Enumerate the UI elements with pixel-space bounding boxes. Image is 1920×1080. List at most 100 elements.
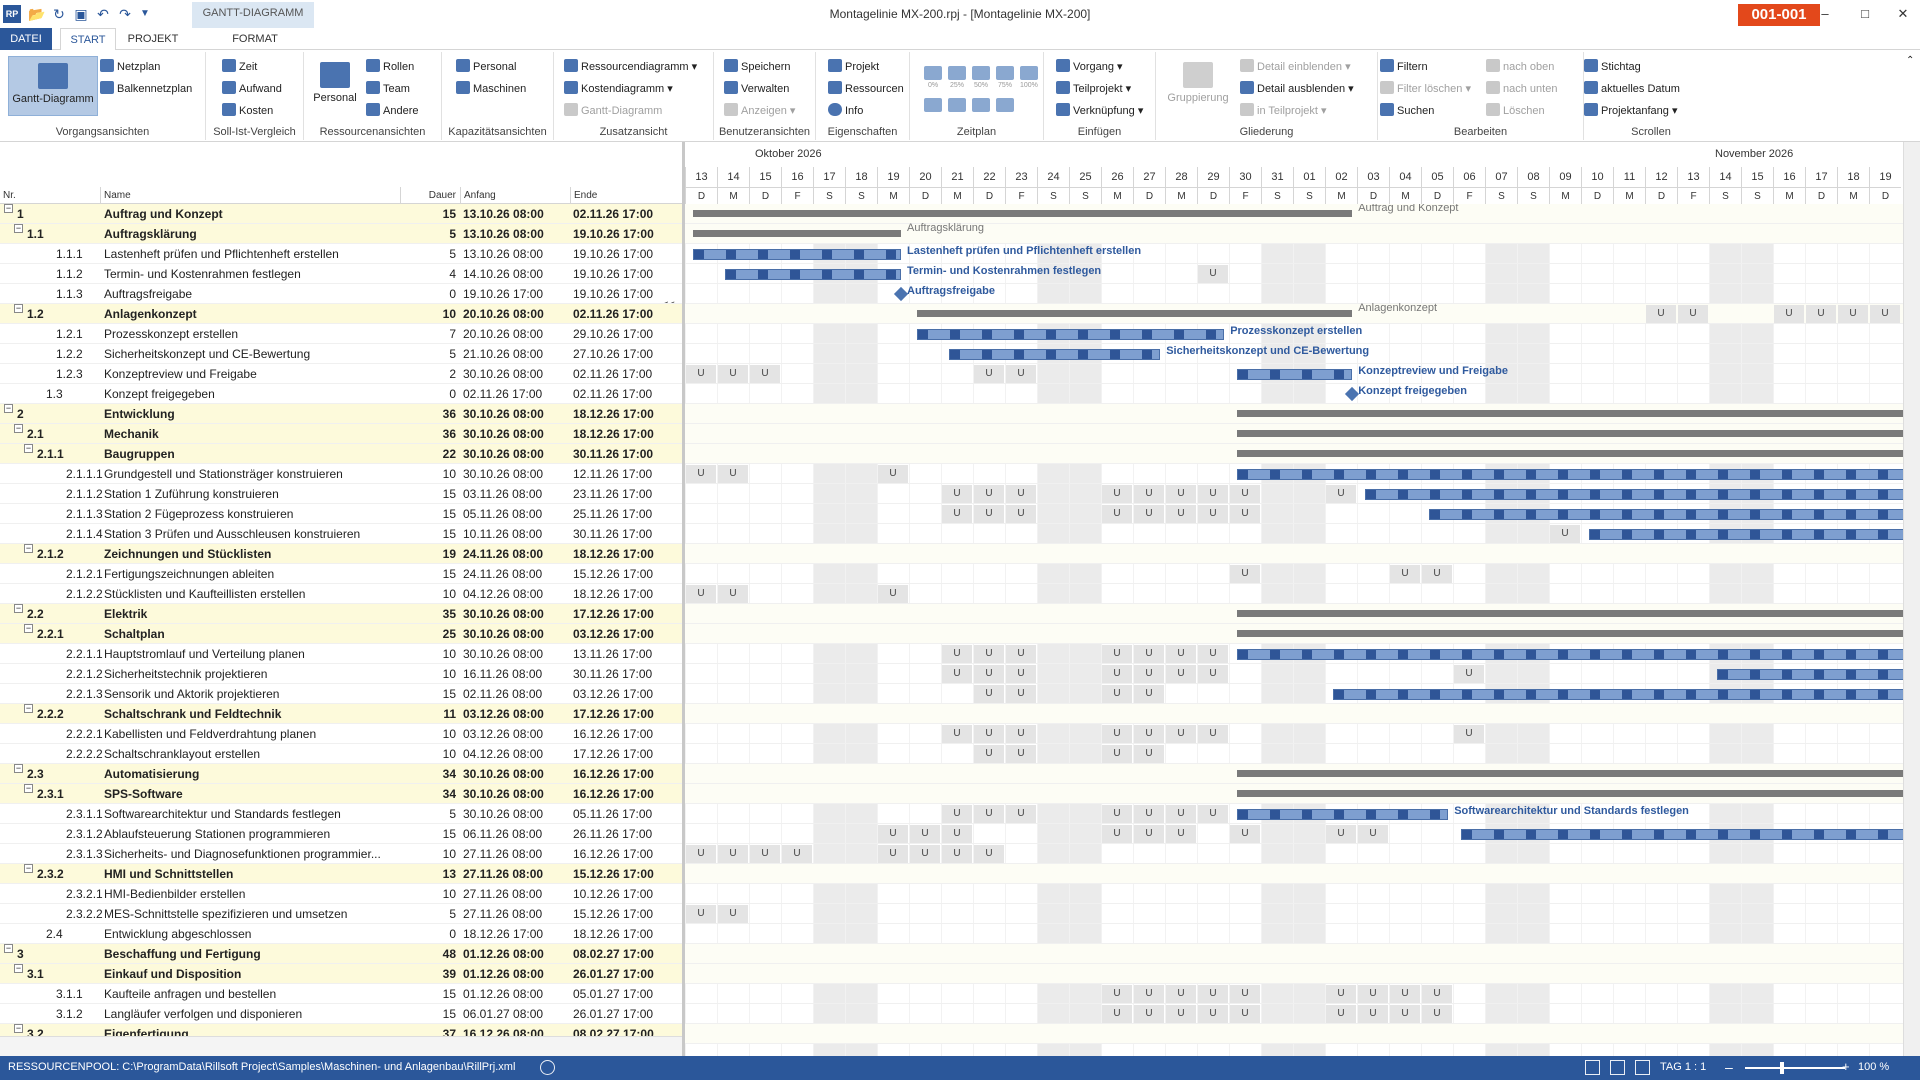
personal-button[interactable]: Personal — [310, 56, 360, 116]
tab-start[interactable]: START — [60, 28, 116, 51]
table-row[interactable]: 2.1.1.1 Grundgestell und Stationsträger k… — [0, 464, 682, 484]
task-bar[interactable] — [725, 269, 901, 280]
expand-toggle-icon[interactable]: − — [14, 964, 23, 973]
expand-toggle-icon[interactable]: − — [14, 604, 23, 613]
gantt-diagramm-button[interactable]: Gantt-Diagramm — [8, 56, 98, 116]
task-duration[interactable]: 10 — [400, 644, 456, 664]
table-row[interactable]: 2.2.1.3 Sensorik und Aktorik projektieren… — [0, 684, 682, 704]
task-start[interactable]: 27.11.26 08:00 — [463, 864, 543, 884]
table-row[interactable]: −2.2 Elektrik 35 30.10.26 08:00 17.12.26 17:… — [0, 604, 682, 624]
task-duration[interactable]: 15 — [400, 524, 456, 544]
task-bar[interactable] — [1333, 689, 1903, 700]
task-name[interactable]: Konzept freigegeben — [104, 384, 396, 404]
task-start[interactable]: 30.10.26 08:00 — [463, 604, 544, 624]
zoom-25-icon[interactable] — [948, 66, 966, 80]
task-name[interactable]: Anlagenkonzept — [104, 304, 396, 324]
nach-unten-button[interactable]: nach unten — [1486, 80, 1557, 98]
task-end[interactable]: 17.12.26 17:00 — [573, 704, 654, 724]
expand-toggle-icon[interactable]: − — [14, 304, 23, 313]
task-name[interactable]: Auftragsklärung — [104, 224, 396, 244]
table-row[interactable]: 2.3.2.2 MES-Schnittstelle spezifizieren u… — [0, 904, 682, 924]
expand-toggle-icon[interactable]: − — [4, 944, 13, 953]
zoom-out-icon[interactable]: – — [1725, 1059, 1733, 1075]
team-button[interactable]: Team — [366, 80, 410, 98]
table-row[interactable]: 2.3.1.1 Softwarearchitektur und Standards… — [0, 804, 682, 824]
task-name[interactable]: Entwicklung — [104, 404, 396, 424]
task-start[interactable]: 13.10.26 08:00 — [463, 244, 543, 264]
indent-icon[interactable] — [972, 98, 990, 112]
task-start[interactable]: 06.01.27 08:00 — [463, 1004, 543, 1024]
table-row[interactable]: −1.1 Auftragsklärung 5 13.10.26 08:00 19.10.… — [0, 224, 682, 244]
task-end[interactable]: 12.11.26 17:00 — [573, 464, 652, 484]
summary-bar[interactable] — [917, 310, 1353, 317]
view-gantt-icon[interactable] — [1635, 1060, 1650, 1075]
aktuelles-datum-button[interactable]: aktuelles Datum — [1584, 80, 1680, 98]
link-tasks-icon[interactable] — [924, 98, 942, 112]
expand-toggle-icon[interactable]: − — [24, 704, 33, 713]
zoom-in-icon[interactable]: + — [1842, 1059, 1850, 1074]
task-bar[interactable] — [1365, 489, 1903, 500]
task-name[interactable]: HMI-Bedienbilder erstellen — [104, 884, 396, 904]
task-duration[interactable]: 15 — [400, 684, 456, 704]
task-start[interactable]: 30.10.26 08:00 — [463, 784, 544, 804]
minimize-icon[interactable]: – — [1810, 3, 1840, 25]
expand-toggle-icon[interactable]: − — [4, 204, 13, 213]
task-end[interactable]: 18.12.26 17:00 — [573, 424, 654, 444]
task-name[interactable]: Sicherheitstechnik projektieren — [104, 664, 396, 684]
filter-loeschen-button[interactable]: Filter löschen ▾ — [1380, 80, 1471, 98]
summary-bar[interactable] — [693, 210, 1353, 217]
teilprojekt-button[interactable]: Teilprojekt ▾ — [1056, 80, 1131, 98]
table-row[interactable]: 2.2.1.2 Sicherheitstechnik projektieren 10… — [0, 664, 682, 684]
loeschen-button[interactable]: Löschen — [1486, 102, 1545, 120]
task-end[interactable]: 16.12.26 17:00 — [573, 784, 654, 804]
view-grid-icon[interactable] — [1610, 1060, 1625, 1075]
task-duration[interactable]: 48 — [400, 944, 456, 964]
table-row[interactable]: −3.1 Einkauf und Disposition 39 01.12.26 08… — [0, 964, 682, 984]
task-name[interactable]: Langläufer verfolgen und disponieren — [104, 1004, 396, 1024]
summary-bar[interactable] — [1237, 770, 1903, 777]
task-duration[interactable]: 10 — [400, 304, 456, 324]
task-end[interactable]: 26.11.26 17:00 — [573, 824, 652, 844]
task-start[interactable]: 01.12.26 08:00 — [463, 944, 544, 964]
task-bar[interactable] — [1589, 529, 1903, 540]
task-name[interactable]: Grundgestell und Stationsträger konstrui… — [104, 464, 396, 484]
task-end[interactable]: 16.12.26 17:00 — [573, 724, 653, 744]
task-start[interactable]: 30.10.26 08:00 — [463, 464, 543, 484]
task-end[interactable]: 29.10.26 17:00 — [573, 324, 653, 344]
tab-projekt[interactable]: PROJEKT — [120, 28, 186, 50]
col-dauer[interactable]: Dauer — [400, 187, 460, 204]
task-start[interactable]: 14.10.26 08:00 — [463, 264, 543, 284]
task-duration[interactable]: 10 — [400, 724, 456, 744]
nach-oben-button[interactable]: nach oben — [1486, 58, 1554, 76]
suchen-button[interactable]: Suchen — [1380, 102, 1434, 120]
ribbon-collapse-icon[interactable]: ⌃ — [1906, 52, 1914, 70]
zoom-slider[interactable] — [1745, 1067, 1845, 1069]
task-start[interactable]: 04.12.26 08:00 — [463, 744, 543, 764]
task-name[interactable]: Auftrag und Konzept — [104, 204, 396, 224]
task-duration[interactable]: 10 — [400, 844, 456, 864]
table-row[interactable]: 2.1.1.2 Station 1 Zuführung konstruieren 1… — [0, 484, 682, 504]
task-start[interactable]: 27.11.26 08:00 — [463, 884, 542, 904]
task-end[interactable]: 17.12.26 17:00 — [573, 604, 654, 624]
anzeigen-button[interactable]: Anzeigen ▾ — [724, 102, 795, 120]
task-duration[interactable]: 15 — [400, 484, 456, 504]
task-end[interactable]: 15.12.26 17:00 — [573, 864, 654, 884]
task-duration[interactable]: 35 — [400, 604, 456, 624]
task-start[interactable]: 30.10.26 08:00 — [463, 804, 543, 824]
task-duration[interactable]: 10 — [400, 464, 456, 484]
task-start[interactable]: 13.10.26 08:00 — [463, 224, 544, 244]
task-duration[interactable]: 39 — [400, 964, 456, 984]
task-duration[interactable]: 0 — [400, 924, 456, 944]
task-duration[interactable]: 5 — [400, 804, 456, 824]
task-end[interactable]: 26.01.27 17:00 — [573, 964, 654, 984]
summary-bar[interactable] — [1237, 450, 1903, 457]
task-name[interactable]: Mechanik — [104, 424, 396, 444]
task-end[interactable]: 02.11.26 17:00 — [573, 204, 653, 224]
task-start[interactable]: 03.11.26 08:00 — [463, 484, 542, 504]
view-normal-icon[interactable] — [1585, 1060, 1600, 1075]
table-row[interactable]: 2.1.1.3 Station 2 Fügeprozess konstruiere… — [0, 504, 682, 524]
verknuepfung-button[interactable]: Verknüpfung ▾ — [1056, 102, 1143, 120]
zoom-slider-handle[interactable] — [1780, 1062, 1784, 1074]
task-start[interactable]: 30.10.26 08:00 — [463, 624, 544, 644]
task-duration[interactable]: 5 — [400, 344, 456, 364]
